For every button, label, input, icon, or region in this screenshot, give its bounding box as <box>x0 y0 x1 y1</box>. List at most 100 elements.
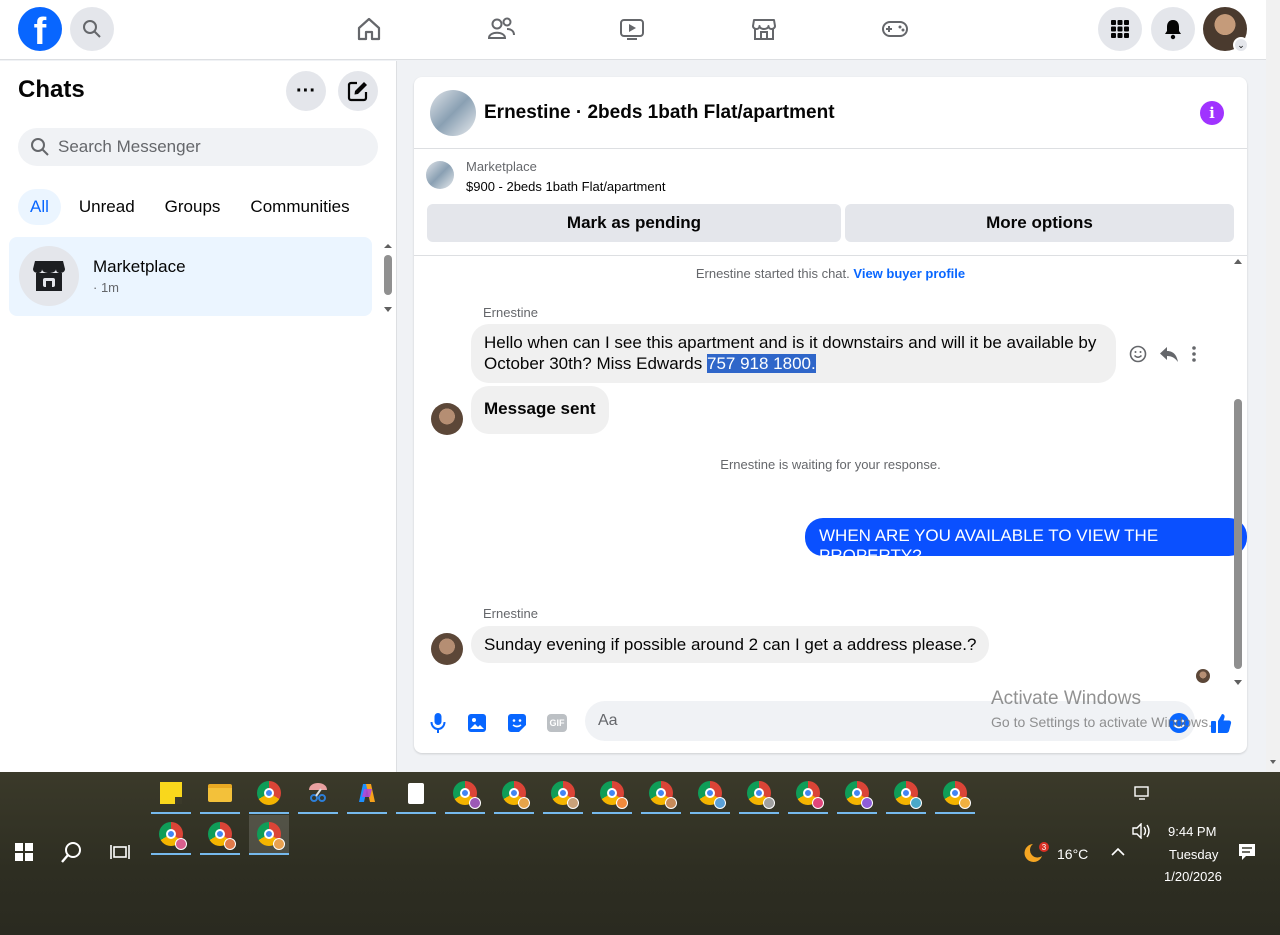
chrome-profile-window[interactable] <box>200 815 240 855</box>
search-icon <box>31 138 49 156</box>
sidebar-scrollbar[interactable] <box>382 243 394 313</box>
search-icon <box>83 20 101 38</box>
chat-filters: All Unread Groups Communities <box>18 189 368 225</box>
conversation-panel: Ernestine · 2beds 1bath Flat/apartment i… <box>414 77 1247 753</box>
search-messenger-input[interactable]: Search Messenger <box>18 128 378 166</box>
chat-options-button[interactable]: ··· <box>286 71 326 111</box>
page-scrollbar[interactable] <box>1266 0 1280 772</box>
watch-icon <box>620 19 644 40</box>
listing-thumbnail[interactable] <box>430 90 476 136</box>
gaming-tab[interactable] <box>880 14 910 44</box>
chrome-icon <box>943 781 971 809</box>
chrome-icon <box>600 781 628 809</box>
copilot-app[interactable] <box>347 774 387 814</box>
marketplace-tab[interactable] <box>749 14 779 44</box>
chrome-app[interactable] <box>249 774 289 814</box>
incoming-message[interactable]: Message sent <box>471 386 609 434</box>
conversation-header: Ernestine · 2beds 1bath Flat/apartment i <box>414 77 1247 149</box>
chat-name: Marketplace <box>93 257 186 276</box>
search-button[interactable] <box>70 7 114 51</box>
task-view-button[interactable] <box>100 833 140 871</box>
chrome-profile-window[interactable] <box>837 774 877 814</box>
filter-unread[interactable]: Unread <box>67 189 147 225</box>
windows-taskbar: 3 16°C 9:44 PM Tuesday 1/20/2026 <box>0 772 1280 935</box>
folder-icon <box>208 784 232 802</box>
chrome-icon <box>747 781 775 809</box>
filter-all[interactable]: All <box>18 189 61 225</box>
facebook-logo[interactable]: f <box>18 7 62 51</box>
desktop-tray-button[interactable] <box>1122 774 1162 812</box>
chrome-profile-window[interactable] <box>886 774 926 814</box>
weather-widget[interactable] <box>1016 833 1056 871</box>
marketplace-icon <box>33 261 65 291</box>
menu-button[interactable] <box>1098 7 1142 51</box>
chevron-down-icon: ⌄ <box>1233 37 1249 53</box>
outgoing-message[interactable]: WHEN ARE YOU AVAILABLE TO VIEW THE PROPE… <box>805 518 1247 565</box>
home-tab[interactable] <box>354 14 384 44</box>
gaming-icon <box>882 21 908 37</box>
chrome-profile-window-active[interactable] <box>249 815 289 855</box>
conversation-title[interactable]: Ernestine · 2beds 1bath Flat/apartment <box>484 102 835 124</box>
filter-communities[interactable]: Communities <box>238 189 361 225</box>
chrome-icon <box>159 822 187 850</box>
filter-groups[interactable]: Groups <box>153 189 233 225</box>
watch-tab[interactable] <box>617 14 647 44</box>
chrome-profile-window[interactable] <box>935 774 975 814</box>
volume-button[interactable] <box>1121 812 1161 850</box>
info-icon[interactable]: i <box>1200 101 1224 125</box>
friends-tab[interactable] <box>486 14 516 44</box>
clock-date[interactable]: 1/20/2026 <box>1164 869 1222 884</box>
incoming-message[interactable]: Hello when can I see this apartment and … <box>471 324 1116 383</box>
chrome-profile-window[interactable] <box>788 774 828 814</box>
clock-time[interactable]: 9:44 PM <box>1168 824 1216 839</box>
notepad-app[interactable] <box>396 774 436 814</box>
view-buyer-profile-link[interactable]: View buyer profile <box>853 266 965 281</box>
chrome-icon <box>257 822 285 850</box>
chat-list-item[interactable]: Marketplace · 1m <box>9 237 372 316</box>
gif-icon: GIF <box>547 714 567 732</box>
menu-grid-icon <box>1111 20 1129 38</box>
sticky-notes-icon <box>160 782 182 804</box>
chat-started-text: Ernestine started this chat. <box>695 266 850 281</box>
more-icon: ··· <box>296 80 316 102</box>
snipping-tool-icon <box>309 783 327 802</box>
file-explorer-app[interactable] <box>200 774 240 814</box>
new-message-button[interactable] <box>338 71 378 111</box>
mark-as-pending-button[interactable]: Mark as pending <box>427 204 841 242</box>
notifications-button[interactable] <box>1151 7 1195 51</box>
chats-sidebar: Chats ··· Search Messenger All Unread Gr… <box>0 61 397 772</box>
listing-thumbnail-small[interactable] <box>426 161 454 189</box>
more-options-button[interactable]: More options <box>845 204 1234 242</box>
clock-day[interactable]: Tuesday <box>1169 847 1218 862</box>
notifications-center-button[interactable] <box>1227 833 1267 871</box>
account-avatar[interactable]: ⌄ <box>1203 7 1249 53</box>
more-vertical-icon[interactable] <box>1191 345 1197 363</box>
conversation-scrollbar[interactable] <box>1231 257 1245 687</box>
chrome-profile-window[interactable] <box>151 815 191 855</box>
reply-icon[interactable] <box>1159 345 1179 363</box>
incoming-message[interactable]: Sunday evening if possible around 2 can … <box>471 626 990 663</box>
snipping-tool-app[interactable] <box>298 774 338 814</box>
sender-avatar[interactable] <box>431 633 463 665</box>
taskbar-search-button[interactable] <box>52 833 92 871</box>
react-icon[interactable] <box>1129 345 1147 363</box>
like-button[interactable] <box>1210 712 1232 734</box>
sender-avatar[interactable] <box>431 403 463 435</box>
voice-clip-button[interactable] <box>427 712 449 734</box>
chrome-profile-window[interactable] <box>739 774 779 814</box>
sticker-button[interactable] <box>506 712 528 734</box>
chrome-profile-window[interactable] <box>592 774 632 814</box>
attach-photo-button[interactable] <box>466 712 488 734</box>
chrome-profile-window[interactable] <box>690 774 730 814</box>
chrome-profile-window[interactable] <box>543 774 583 814</box>
chrome-profile-window[interactable] <box>445 774 485 814</box>
weather-alert-badge: 3 <box>1039 842 1049 852</box>
chrome-profile-window[interactable] <box>494 774 534 814</box>
start-button[interactable] <box>4 833 44 871</box>
task-view-icon <box>110 845 130 859</box>
sticky-notes-app[interactable] <box>151 774 191 814</box>
marketplace-avatar <box>19 246 79 306</box>
listing-price-title[interactable]: $900 - 2beds 1bath Flat/apartment <box>466 179 665 194</box>
gif-button[interactable]: GIF <box>546 712 568 734</box>
chrome-profile-window[interactable] <box>641 774 681 814</box>
